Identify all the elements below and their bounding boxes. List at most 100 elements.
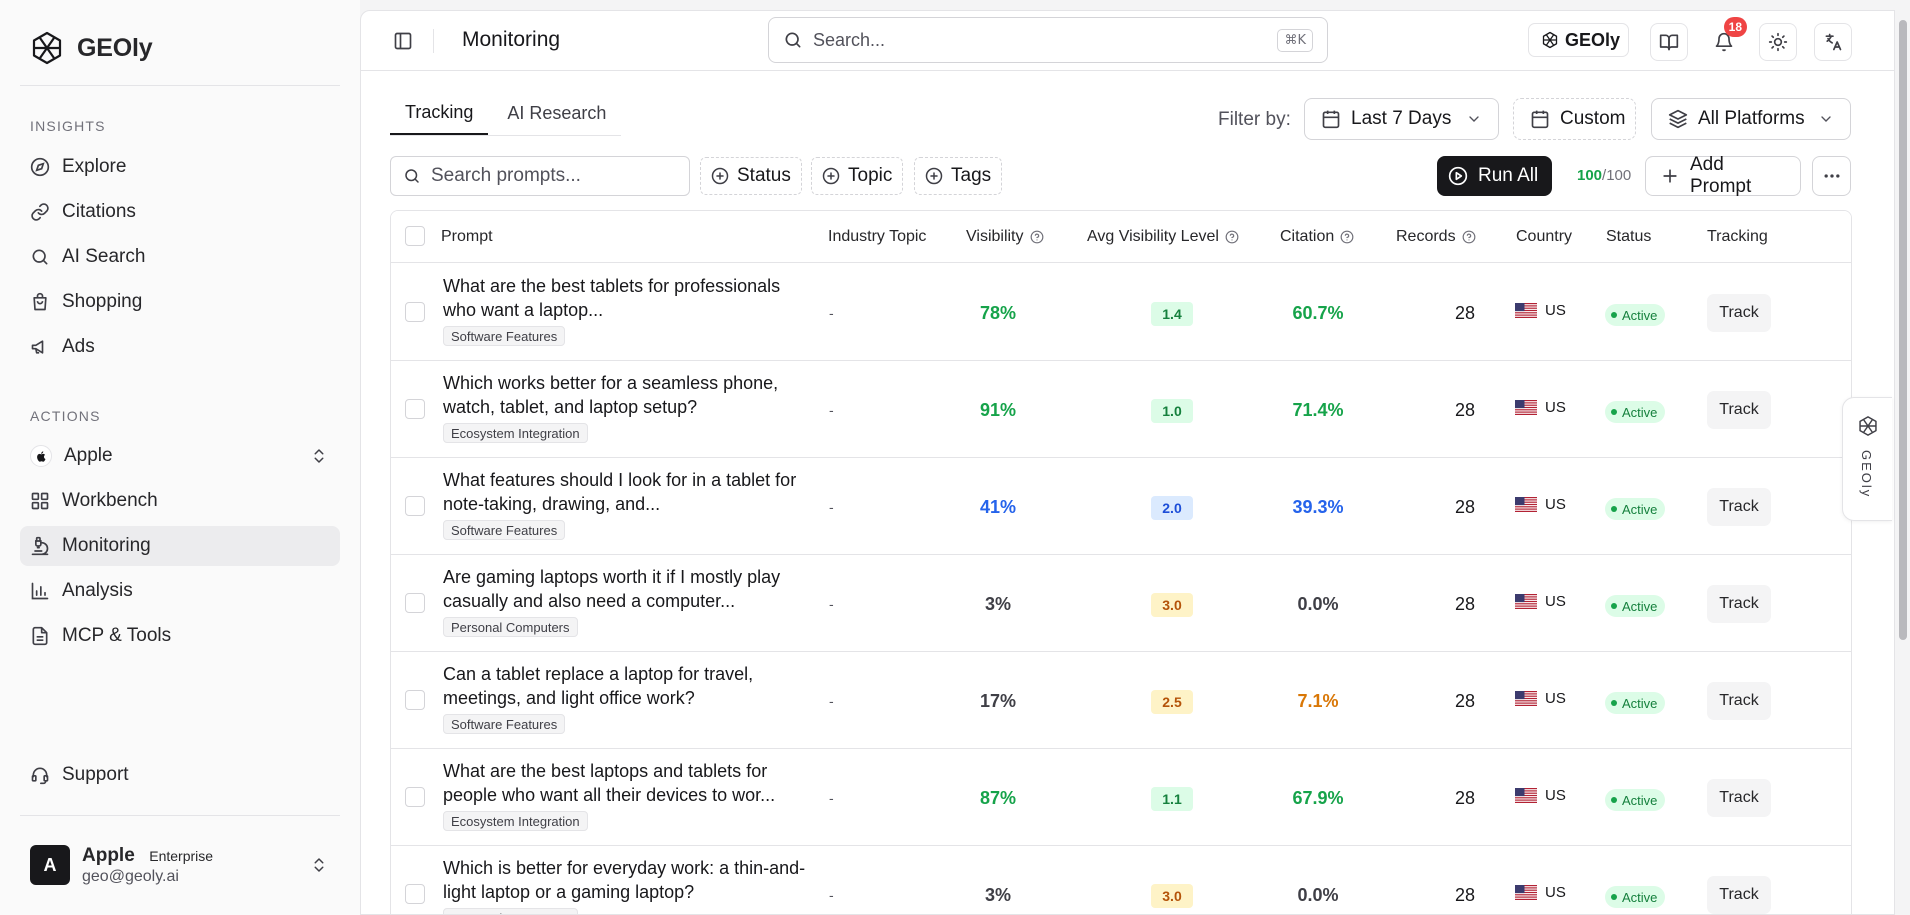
track-button[interactable]: Track [1707,682,1771,720]
user-menu[interactable]: A Apple Enterprise geo@geoly.ai [30,843,340,887]
status-dot [1611,894,1617,900]
row-checkbox[interactable] [405,496,425,516]
user-name: Apple [82,844,135,866]
prompts-table: Prompt Industry Topic Visibility Avg Vis… [390,210,1852,914]
row-checkbox[interactable] [405,884,425,904]
sidebar-item-monitoring[interactable]: Monitoring [20,526,340,566]
more-options-button[interactable] [1812,156,1851,196]
sidebar-item-citations[interactable]: Citations [20,192,340,232]
chip-label: Status [737,165,791,186]
document-icon [30,626,50,646]
prompt-text[interactable]: Which is better for everyday work: a thi… [443,856,808,904]
track-button[interactable]: Track [1707,294,1771,332]
tab-ai-research[interactable]: AI Research [492,91,621,135]
status-filter-chip[interactable]: Status [700,157,802,195]
tab-tracking[interactable]: Tracking [390,91,489,135]
column-header-citation[interactable]: Citation [1280,228,1354,246]
status-dot [1611,409,1617,415]
table-row[interactable]: Which is better for everyday work: a thi… [391,846,1851,914]
status-label: Active [1622,889,1658,905]
country-cell: US [1515,399,1566,416]
avg-visibility-level-badge: 3.0 [1151,593,1193,617]
topic-filter-chip[interactable]: Topic [811,157,904,195]
brand-name: GEOly [77,33,153,62]
sidebar: GEOly INSIGHTS Explore Citations AI Sear… [0,0,360,915]
global-search-input[interactable]: Search... ⌘K [768,17,1328,63]
sidebar-item-support[interactable]: Support [20,755,340,795]
table-row[interactable]: Are gaming laptops worth it if I mostly … [391,555,1851,652]
sidebar-item-explore[interactable]: Explore [20,147,340,187]
row-checkbox[interactable] [405,302,425,322]
track-button[interactable]: Track [1707,585,1771,623]
date-range-select[interactable]: Last 7 Days [1304,98,1499,140]
track-button[interactable]: Track [1707,488,1771,526]
visibility-value: 78% [979,303,1017,323]
brand-selector[interactable]: Apple [20,436,340,476]
industry-topic-value: - [829,887,834,903]
table-row[interactable]: What are the best tablets for profession… [391,264,1851,361]
table-row[interactable]: Which works better for a seamless phone,… [391,361,1851,458]
table-row[interactable]: What are the best laptops and tablets fo… [391,749,1851,846]
column-header-avg-visibility-level[interactable]: Avg Visibility Level [1087,228,1239,246]
prompt-text[interactable]: What features should I look for in a tab… [443,468,808,516]
platform-select[interactable]: All Platforms [1651,98,1851,140]
row-checkbox[interactable] [405,787,425,807]
sidebar-divider [20,85,340,86]
brand[interactable]: GEOly [29,30,153,66]
select-all-checkbox[interactable] [405,226,425,246]
sidebar-item-ai-search[interactable]: AI Search [20,237,340,277]
geoly-floating-tab[interactable]: GEOly [1842,397,1892,521]
run-all-button[interactable]: Run All [1437,156,1552,196]
sidebar-item-workbench[interactable]: Workbench [20,481,340,521]
custom-date-button[interactable]: Custom [1513,98,1636,140]
table-row[interactable]: Can a tablet replace a laptop for travel… [391,652,1851,749]
sidebar-item-shopping[interactable]: Shopping [20,282,340,322]
country-cell: US [1515,787,1566,804]
geoly-logo-icon [1541,31,1559,49]
prompt-search-input[interactable]: Search prompts... [390,156,690,196]
track-button[interactable]: Track [1707,779,1771,817]
scrollbar-thumb[interactable] [1899,20,1907,640]
sidebar-item-analysis[interactable]: Analysis [20,571,340,611]
help-circle-icon[interactable] [1030,230,1044,244]
row-checkbox[interactable] [405,399,425,419]
chip-label: Topic [848,165,893,186]
docs-button[interactable] [1650,23,1688,61]
citation-value: 0.0% [1297,885,1339,905]
prompt-text[interactable]: What are the best laptops and tablets fo… [443,759,808,807]
language-button[interactable] [1814,23,1852,61]
track-button[interactable]: Track [1707,391,1771,429]
brand-selector-label: Apple [64,445,113,466]
column-label: Avg Visibility Level [1087,228,1219,245]
prompt-text[interactable]: Can a tablet replace a laptop for travel… [443,662,808,710]
row-checkbox[interactable] [405,690,425,710]
prompt-text[interactable]: What are the best tablets for profession… [443,274,808,322]
records-value: 28 [1454,497,1476,517]
us-flag-icon [1515,303,1537,318]
track-button[interactable]: Track [1707,876,1771,914]
microscope-icon [30,536,50,556]
row-checkbox[interactable] [405,593,425,613]
prompt-text[interactable]: Are gaming laptops worth it if I mostly … [443,565,808,613]
theme-toggle-button[interactable] [1759,23,1797,61]
add-prompt-button[interactable]: Add Prompt [1645,154,1801,197]
geoly-assistant-button[interactable]: GEOly [1528,23,1629,57]
sidebar-item-mcp-tools[interactable]: MCP & Tools [20,616,340,656]
prompt-text[interactable]: Which works better for a seamless phone,… [443,371,808,419]
help-circle-icon[interactable] [1462,230,1476,244]
column-header-visibility[interactable]: Visibility [966,228,1044,246]
page-scrollbar[interactable] [1895,10,1910,915]
prompt-search-placeholder: Search prompts... [431,165,581,186]
layout-grid-icon [30,491,50,511]
sidebar-item-ads[interactable]: Ads [20,327,340,367]
table-row[interactable]: What features should I look for in a tab… [391,458,1851,555]
column-header-records[interactable]: Records [1396,228,1476,246]
notifications-button[interactable]: 18 [1705,17,1747,61]
help-circle-icon[interactable] [1340,230,1354,244]
help-circle-icon[interactable] [1225,230,1239,244]
link-icon [30,202,50,222]
status-badge: Active [1605,401,1666,423]
tags-filter-chip[interactable]: Tags [914,157,1003,195]
plus-circle-icon [925,167,943,185]
sidebar-toggle-icon[interactable] [393,31,413,51]
